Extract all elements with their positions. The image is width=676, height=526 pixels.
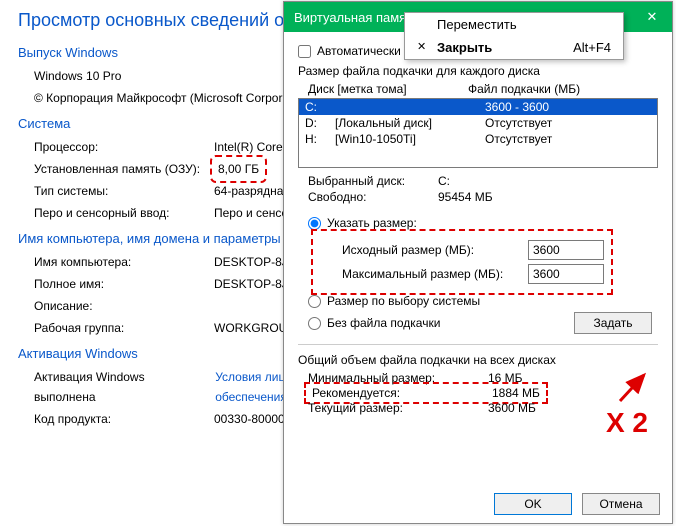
cpu-label: Процессор: <box>34 137 214 157</box>
close-icon[interactable]: ✕ <box>642 9 662 25</box>
recommended-value: 1884 МБ <box>492 386 540 400</box>
pcname-label: Имя компьютера: <box>34 252 214 272</box>
drive-row[interactable]: H:[Win10-1050Ti]Отсутствует <box>299 131 657 147</box>
min-size-value: 16 МБ <box>488 371 523 385</box>
radio-custom-size-row[interactable]: Указать размер: <box>308 216 658 230</box>
min-size-label: Минимальный размер: <box>308 371 488 385</box>
workgroup-label: Рабочая группа: <box>34 318 214 338</box>
selected-drive-value: C: <box>438 174 450 188</box>
cancel-button[interactable]: Отмена <box>582 493 660 515</box>
titlebar-context-menu[interactable]: Переместить ✕ЗакрытьAlt+F4 <box>404 12 624 60</box>
max-size-label: Максимальный размер (МБ): <box>342 267 522 281</box>
free-space-value: 95454 МБ <box>438 190 493 204</box>
fullname-label: Полное имя: <box>34 274 214 294</box>
arrow-annotation-icon <box>614 367 654 407</box>
dialog-title: Виртуальная память <box>294 10 419 25</box>
systype-label: Тип системы: <box>34 181 214 201</box>
recommended-label: Рекомендуется: <box>312 386 492 400</box>
total-group-label: Общий объем файла подкачки на всех диска… <box>298 353 658 367</box>
radio-custom-label: Указать размер: <box>327 216 417 230</box>
virtual-memory-dialog: Виртуальная память ✕ Автоматически управ… <box>283 1 673 524</box>
drive-list[interactable]: C:3600 - 3600D:[Локальный диск]Отсутству… <box>298 98 658 168</box>
x2-annotation: X 2 <box>606 407 648 439</box>
col-pagefile-header: Файл подкачки (МБ) <box>468 82 658 96</box>
menu-item-move[interactable]: Переместить <box>405 13 623 36</box>
current-size-value: 3600 МБ <box>488 401 536 415</box>
current-size-label: Текущий размер: <box>308 401 488 415</box>
radio-system-row[interactable]: Размер по выбору системы <box>308 294 658 308</box>
radio-custom-size[interactable] <box>308 217 321 230</box>
radio-system-label: Размер по выбору системы <box>327 294 480 308</box>
menu-item-close[interactable]: ✕ЗакрытьAlt+F4 <box>405 36 623 59</box>
radio-no-pagefile[interactable] <box>308 317 321 330</box>
auto-manage-input[interactable] <box>298 45 311 58</box>
per-drive-group-label: Размер файла подкачки для каждого диска <box>298 64 658 78</box>
col-disk-header: Диск [метка тома] <box>308 82 468 96</box>
radio-none-label: Без файла подкачки <box>327 316 440 330</box>
pen-label: Перо и сенсорный ввод: <box>34 203 214 223</box>
drive-row[interactable]: C:3600 - 3600 <box>299 99 657 115</box>
selected-drive-label: Выбранный диск: <box>308 174 438 188</box>
initial-size-input[interactable] <box>528 240 604 260</box>
free-space-label: Свободно: <box>308 190 438 204</box>
ok-button[interactable]: OK <box>494 493 572 515</box>
activation-status: Активация Windows выполнена <box>34 367 209 407</box>
max-size-input[interactable] <box>528 264 604 284</box>
initial-size-label: Исходный размер (МБ): <box>342 243 522 257</box>
ram-label: Установленная память (ОЗУ): <box>34 159 214 179</box>
radio-system-managed[interactable] <box>308 295 321 308</box>
drive-row[interactable]: D:[Локальный диск]Отсутствует <box>299 115 657 131</box>
edition-value: Windows 10 Pro <box>34 66 121 86</box>
set-button[interactable]: Задать <box>574 312 652 334</box>
desc-label: Описание: <box>34 296 214 316</box>
product-id-label: Код продукта: <box>34 409 214 429</box>
ram-value: 8,00 ГБ <box>214 159 263 179</box>
